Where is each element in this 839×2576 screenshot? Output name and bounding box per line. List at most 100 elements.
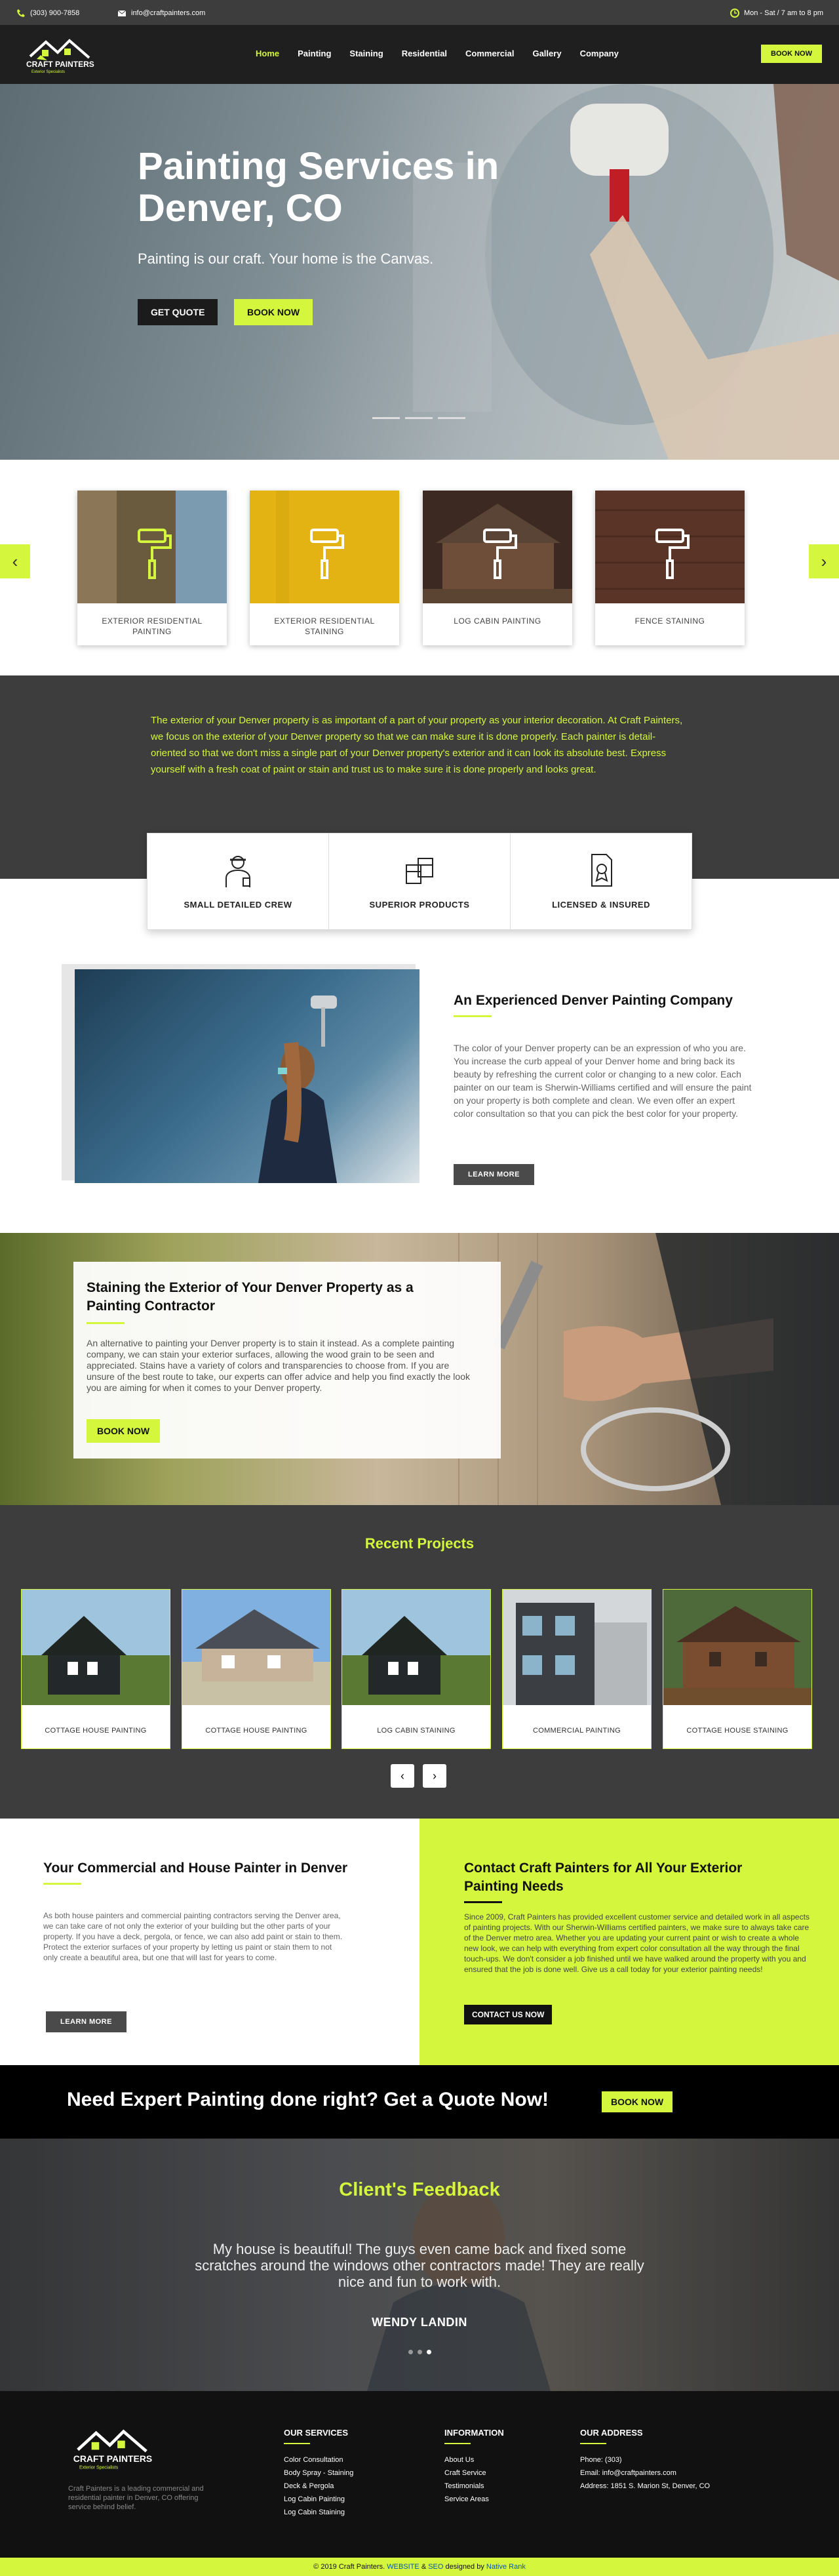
footer-link[interactable]: Deck & Pergola (284, 2480, 353, 2493)
email-contact[interactable]: info@craftpainters.com (117, 8, 205, 18)
nav-residential[interactable]: Residential (393, 49, 456, 58)
project-card[interactable]: COTTAGE HOUSE PAINTING (21, 1589, 170, 1749)
footer-services-column: OUR SERVICES Color Consultation Body Spr… (284, 2428, 353, 2519)
quote-book-now-button[interactable]: BOOK NOW (602, 2091, 673, 2112)
footer-link[interactable]: Body Spray - Staining (284, 2466, 353, 2480)
logo-name: CRAFT PAINTERS (73, 2453, 152, 2464)
slider-dot[interactable] (438, 417, 465, 419)
footer-link[interactable]: Testimonials (444, 2480, 504, 2493)
nav-painting[interactable]: Painting (288, 49, 340, 58)
service-title: EXTERIOR RESIDENTIAL PAINTING (102, 616, 203, 636)
project-card[interactable]: COMMERCIAL PAINTING (502, 1589, 652, 1749)
slider-dot[interactable] (408, 2350, 413, 2354)
staining-book-now-button[interactable]: BOOK NOW (87, 1419, 161, 1443)
hero-subtitle: Painting is our craft. Your home is the … (138, 251, 434, 267)
commercial-section: Your Commercial and House Painter in Den… (0, 1819, 420, 2065)
experienced-learn-more-button[interactable]: LEARN MORE (454, 1164, 534, 1185)
worker-icon (225, 856, 250, 887)
feature-title: SUPERIOR PRODUCTS (369, 900, 470, 910)
nav-company[interactable]: Company (571, 49, 628, 58)
contact-title: Contact Craft Painters for All Your Exte… (464, 1861, 743, 1894)
hours-text: Mon - Sat / 7 am to 8 pm (743, 9, 823, 17)
footer-address-title: OUR ADDRESS (580, 2428, 643, 2438)
project-title: COTTAGE HOUSE PAINTING (45, 1727, 147, 1735)
footer-logo[interactable]: CRAFT PAINTERS Exterior Specialists (68, 2424, 156, 2471)
footer-phone[interactable]: Phone: (303) (580, 2453, 710, 2466)
footer-about: Craft Painters is a leading commercial a… (68, 2485, 204, 2511)
certificate-icon (591, 854, 612, 887)
nav-gallery[interactable]: Gallery (523, 49, 570, 58)
slider-dot[interactable] (372, 417, 400, 419)
copyright-text: © 2019 Craft Painters. (313, 2563, 385, 2571)
footer-link[interactable]: About Us (444, 2453, 504, 2466)
project-card[interactable]: COTTAGE HOUSE PAINTING (182, 1589, 331, 1749)
designed-by-text: designed by (445, 2563, 484, 2571)
footer-link[interactable]: Log Cabin Staining (284, 2506, 353, 2519)
phone-number[interactable]: (303) 900-7858 (30, 9, 79, 17)
footer-link[interactable]: Craft Service (444, 2466, 504, 2480)
column-underline (444, 2443, 471, 2444)
business-hours: Mon - Sat / 7 am to 8 pm (730, 8, 823, 18)
girl-painting-wall-illustration (258, 996, 337, 1183)
nav-commercial[interactable]: Commercial (456, 49, 523, 58)
service-title: EXTERIOR RESIDENTIAL STAINING (274, 616, 375, 636)
services-prev-arrow[interactable]: ‹ (0, 544, 30, 578)
main-menu: Home Painting Staining Residential Comme… (246, 49, 628, 58)
project-image (182, 1590, 330, 1705)
service-image (250, 491, 399, 603)
service-card[interactable]: FENCE STAINING (595, 491, 745, 645)
staining-card: Staining the Exterior of Your Denver Pro… (73, 1262, 501, 1459)
main-header: CRAFT PAINTERS Exterior Specialists Home… (0, 25, 839, 84)
designer-link[interactable]: Native Rank (486, 2563, 526, 2571)
copyright-bar: © 2019 Craft Painters. WEBSITE & SEO des… (0, 2558, 839, 2576)
commercial-text: As both house painters and commercial pa… (43, 1911, 343, 1962)
email-address[interactable]: info@craftpainters.com (131, 9, 205, 17)
project-image (503, 1590, 651, 1705)
service-card[interactable]: EXTERIOR RESIDENTIAL STAINING (250, 491, 399, 645)
staining-text: An alternative to painting your Denver p… (87, 1338, 470, 1393)
footer-link[interactable]: Service Areas (444, 2493, 504, 2506)
seo-link[interactable]: SEO (428, 2563, 443, 2571)
staining-section: Staining the Exterior of Your Denver Pro… (0, 1233, 839, 1505)
project-image (342, 1590, 490, 1705)
project-card[interactable]: LOG CABIN STAINING (341, 1589, 491, 1749)
project-card[interactable]: COTTAGE HOUSE STAINING (663, 1589, 812, 1749)
craft-painters-logo[interactable]: CRAFT PAINTERS Exterior Specialists (24, 34, 96, 75)
services-next-arrow[interactable]: › (809, 544, 839, 578)
quote-title: Need Expert Painting done right? Get a Q… (67, 2089, 549, 2110)
service-image (423, 491, 572, 603)
phone-contact[interactable]: (303) 900-7858 (16, 8, 79, 18)
service-card[interactable]: EXTERIOR RESIDENTIAL PAINTING (77, 491, 227, 645)
header-book-now-button[interactable]: BOOK NOW (761, 45, 822, 63)
clock-icon (730, 9, 739, 18)
slider-dot[interactable] (418, 2350, 422, 2354)
nav-staining[interactable]: Staining (340, 49, 392, 58)
feedback-title: Client's Feedback (339, 2179, 500, 2200)
footer-link[interactable]: Log Cabin Painting (284, 2493, 353, 2506)
footer-email[interactable]: Email: info@craftpainters.com (580, 2466, 710, 2480)
footer-link[interactable]: Color Consultation (284, 2453, 353, 2466)
mail-icon (117, 10, 127, 16)
nav-home[interactable]: Home (246, 49, 288, 58)
footer-information-column: INFORMATION About Us Craft Service Testi… (444, 2428, 504, 2506)
slider-dot[interactable] (427, 2350, 431, 2354)
project-title: COMMERCIAL PAINTING (532, 1727, 621, 1735)
testimonial-text: My house is beautiful! The guys even cam… (195, 2241, 644, 2290)
footer-address: Address: 1851 S. Marion St, Denver, CO (580, 2482, 711, 2490)
get-quote-button[interactable]: GET QUOTE (138, 299, 218, 325)
project-title: COTTAGE HOUSE STAINING (686, 1727, 789, 1735)
service-image (595, 491, 745, 603)
contact-us-now-button[interactable]: CONTACT US NOW (464, 2005, 553, 2024)
service-card[interactable]: LOG CABIN PAINTING (423, 491, 572, 645)
service-image (77, 491, 227, 603)
projects-prev-button[interactable]: ‹ (391, 1764, 414, 1788)
hero-book-now-button[interactable]: BOOK NOW (234, 299, 313, 325)
commercial-learn-more-button[interactable]: LEARN MORE (46, 2011, 127, 2032)
experienced-text: The color of your Denver property can be… (454, 1043, 752, 1119)
website-link[interactable]: WEBSITE (387, 2563, 420, 2571)
slider-dot[interactable] (405, 417, 433, 419)
logo-tagline: Exterior Specialists (31, 70, 65, 74)
projects-next-button[interactable]: › (423, 1764, 446, 1788)
project-image (22, 1590, 170, 1705)
footer-services-title: OUR SERVICES (284, 2428, 349, 2438)
